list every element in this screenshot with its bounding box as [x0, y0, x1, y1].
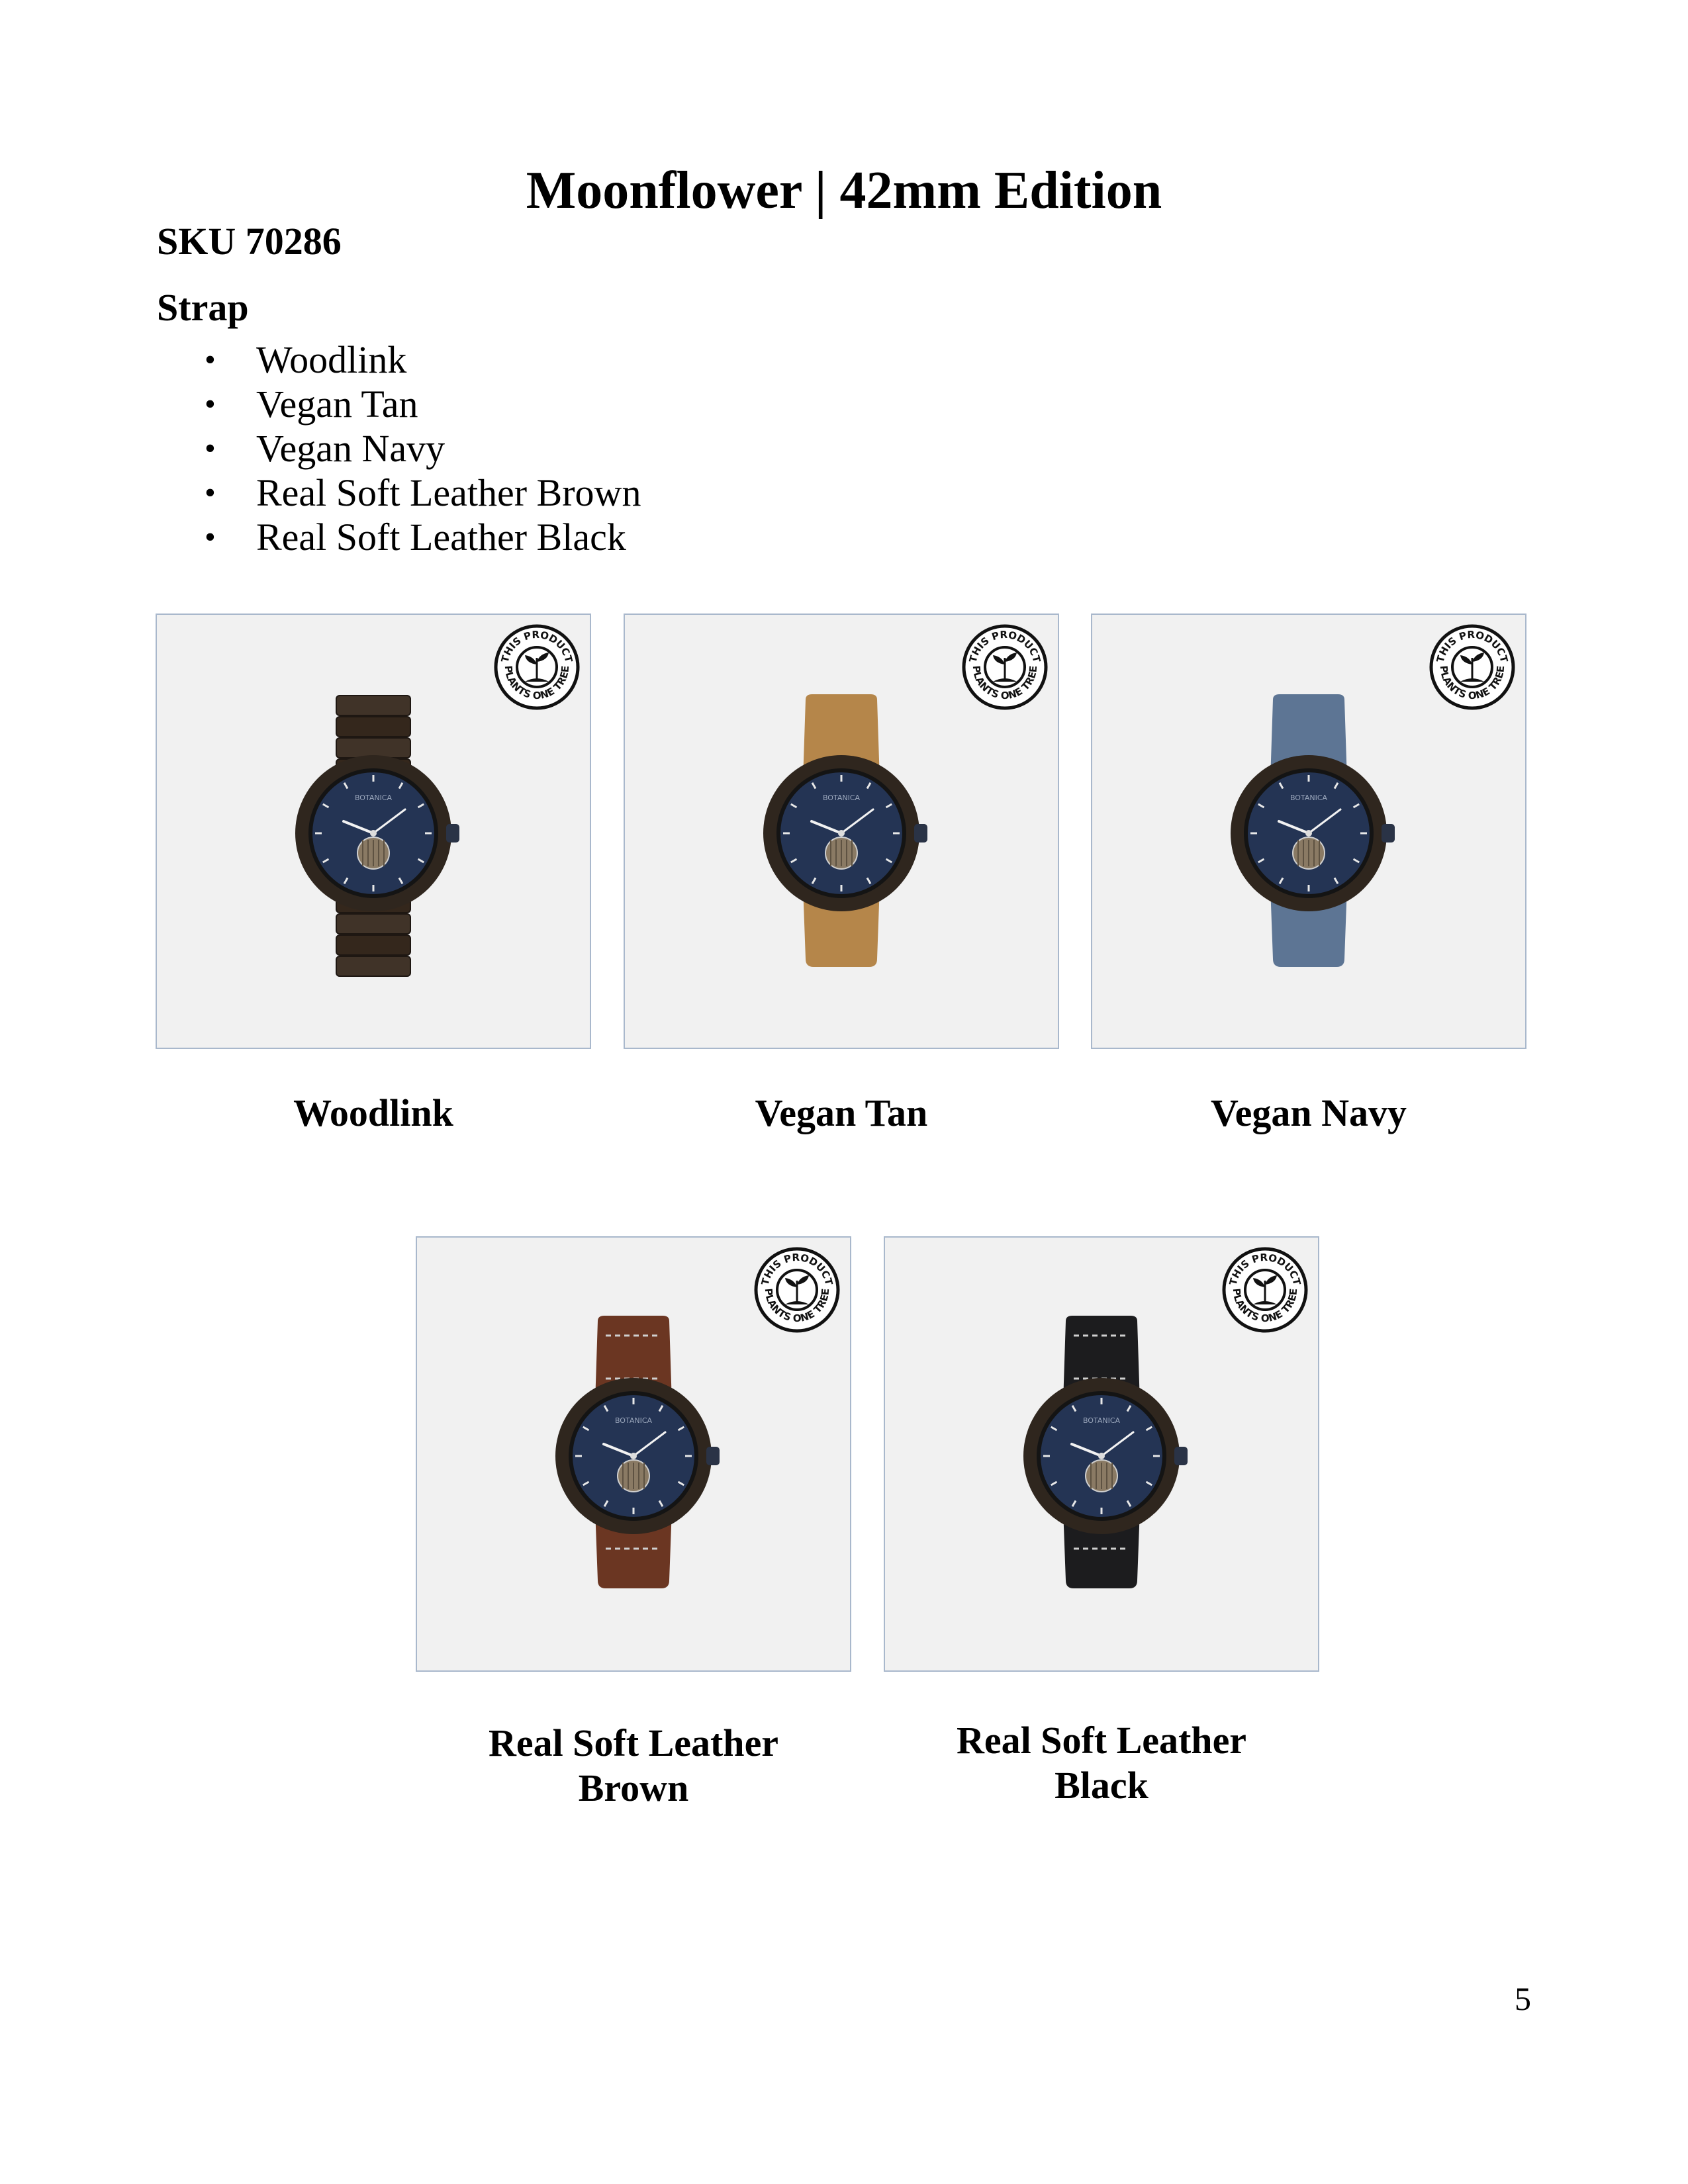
plants-one-tree-badge-icon: THIS PRODUCTPLANTS ONE TREE [754, 1247, 840, 1333]
caption-line: Real Soft Leather [956, 1719, 1247, 1762]
bullet-icon: • [205, 475, 216, 510]
watch-illustration: BOTANICA THIS PRODUCTPLANTS ONE TREE [763, 624, 1048, 967]
watch-crown [446, 824, 459, 842]
watch-crown [914, 824, 927, 842]
product-image-woodlink: BOTANICA THIS PRODUCT PLANTS ONE TREE [156, 614, 591, 1049]
caption-line: Black [1055, 1764, 1149, 1807]
bullet-icon: • [205, 520, 216, 555]
product-caption-leather-brown: Real Soft Leather Brown [416, 1721, 851, 1811]
product-caption-woodlink: Woodlink [156, 1091, 591, 1136]
list-item: • Vegan Navy [157, 426, 641, 471]
watch-brand-text: BOTANICA [1083, 1416, 1121, 1425]
plants-one-tree-badge-icon: THIS PRODUCTPLANTS ONE TREE [494, 624, 580, 710]
watch-brand-text: BOTANICA [615, 1416, 653, 1425]
caption-line: Brown [578, 1766, 689, 1809]
product-image-leather-black: BOTANICA THIS PRODUCT PLANTS ONE TREE [884, 1236, 1319, 1672]
strap-option-label: Vegan Tan [256, 383, 418, 426]
bullet-icon: • [205, 387, 216, 422]
product-caption-vegan-tan: Vegan Tan [624, 1091, 1059, 1136]
product-caption-vegan-navy: Vegan Navy [1091, 1091, 1526, 1136]
plants-one-tree-badge-icon: THIS PRODUCTPLANTS ONE TREE [1222, 1247, 1308, 1333]
watch-brand-text: BOTANICA [355, 794, 393, 802]
list-item: • Vegan Tan [157, 382, 641, 426]
strap-heading: Strap [157, 286, 249, 329]
caption-line: Real Soft Leather [488, 1721, 779, 1764]
watch-crown [1174, 1447, 1188, 1465]
watch-illustration: BOTANICA THIS PRODUCTPLANTS ONE TREE [555, 1247, 840, 1588]
bullet-icon: • [205, 431, 216, 466]
sku-label: SKU 70286 [157, 220, 342, 263]
watch-brand-text: BOTANICA [1290, 794, 1328, 802]
bullet-icon: • [205, 342, 216, 377]
list-item: • Woodlink [157, 338, 641, 382]
product-image-vegan-navy: BOTANICA THIS PRODUCT PLANTS ONE TREE [1091, 614, 1526, 1049]
plants-one-tree-badge-icon: THIS PRODUCTPLANTS ONE TREE [1429, 624, 1515, 710]
caption-line: Vegan Navy [1211, 1091, 1407, 1134]
strap-option-label: Real Soft Leather Black [256, 516, 626, 559]
caption-line: Vegan Tan [755, 1091, 928, 1134]
list-item: • Real Soft Leather Brown [157, 471, 641, 515]
product-image-vegan-tan: BOTANICA THIS PRODUCT PLANTS ONE TREE [624, 614, 1059, 1049]
strap-option-label: Vegan Navy [256, 427, 445, 470]
strap-list: • Woodlink • Vegan Tan • Vegan Navy • Real S… [157, 338, 641, 559]
plants-one-tree-badge-icon: THIS PRODUCTPLANTS ONE TREE [962, 624, 1048, 710]
list-item: • Real Soft Leather Black [157, 515, 641, 559]
watch-illustration: BOTANICA THIS PRODUCTPLANTS ONE TREE [295, 624, 580, 977]
product-image-leather-brown: BOTANICA THIS PRODUCT PLANTS ONE TREE [416, 1236, 851, 1672]
product-caption-leather-black: Real Soft Leather Black [884, 1718, 1319, 1808]
page-title: Moonflower | 42mm Edition [526, 161, 1162, 220]
watch-brand-text: BOTANICA [823, 794, 861, 802]
watch-crown [1382, 824, 1395, 842]
strap-option-label: Real Soft Leather Brown [256, 471, 641, 514]
caption-line: Woodlink [293, 1091, 453, 1134]
strap-option-label: Woodlink [256, 338, 407, 381]
page-number: 5 [1515, 1980, 1531, 2017]
watch-illustration: BOTANICA THIS PRODUCTPLANTS ONE TREE [1023, 1247, 1308, 1588]
watch-crown [706, 1447, 720, 1465]
watch-illustration: BOTANICA THIS PRODUCTPLANTS ONE TREE [1231, 624, 1515, 967]
